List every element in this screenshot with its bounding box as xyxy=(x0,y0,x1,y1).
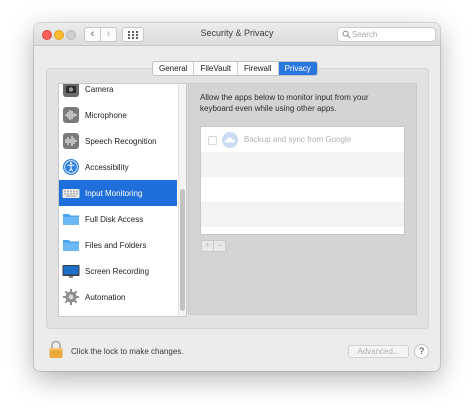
tab-privacy[interactable]: Privacy xyxy=(278,62,317,75)
tab-filevault[interactable]: FileVault xyxy=(194,62,238,75)
sidebar-item-label: Input Monitoring xyxy=(85,188,143,198)
sidebar-item-microphone[interactable]: Microphone xyxy=(59,102,177,128)
search-icon xyxy=(342,30,351,39)
sidebar-item-label: Microphone xyxy=(85,110,127,120)
app-name: Backup and sync from Google xyxy=(244,135,352,144)
scrollbar-thumb[interactable] xyxy=(180,189,185,311)
help-button[interactable]: ? xyxy=(414,344,429,359)
waveform-icon xyxy=(63,133,79,149)
sidebar-item-label: Files and Folders xyxy=(85,240,147,250)
advanced-button[interactable]: Advanced... xyxy=(348,345,409,358)
security-privacy-window: ‹ › Security & Privacy Search General Fi… xyxy=(34,23,440,371)
sidebar-item-speech-recognition[interactable]: Speech Recognition xyxy=(59,128,177,154)
remove-app-button[interactable]: − xyxy=(214,240,226,252)
app-list[interactable]: Backup and sync from Google xyxy=(200,126,405,235)
sidebar-item-full-disk-access[interactable]: Full Disk Access xyxy=(59,206,177,232)
lock-hint: Click the lock to make changes. xyxy=(71,347,184,356)
keyboard-icon xyxy=(62,189,80,198)
sidebar-item-label: Speech Recognition xyxy=(85,136,157,146)
accessibility-icon xyxy=(63,159,79,175)
tab-firewall[interactable]: Firewall xyxy=(238,62,279,75)
list-edit-buttons: + − xyxy=(201,240,226,252)
table-row[interactable]: Backup and sync from Google xyxy=(201,127,404,152)
sidebar-item-label: Full Disk Access xyxy=(85,214,144,224)
folder-icon xyxy=(63,240,79,251)
search-field[interactable]: Search xyxy=(337,27,436,42)
sidebar-item-accessibility[interactable]: Accessibility xyxy=(59,154,177,180)
tab-general[interactable]: General xyxy=(153,62,195,75)
empty-row xyxy=(201,152,404,177)
cloud-icon xyxy=(222,132,238,148)
sidebar-item-label: Camera xyxy=(85,84,114,94)
sidebar-item-label: Accessibility xyxy=(85,162,129,172)
privacy-category-list[interactable]: Camera Microphone Speech Recognition Acc… xyxy=(58,83,187,317)
empty-row xyxy=(201,202,404,227)
empty-row xyxy=(201,177,404,202)
sidebar-item-camera[interactable]: Camera xyxy=(59,84,177,102)
sidebar-item-input-monitoring[interactable]: Input Monitoring xyxy=(59,180,177,206)
microphone-icon xyxy=(63,107,79,123)
gear-icon xyxy=(63,289,79,305)
search-placeholder: Search xyxy=(352,30,378,39)
app-checkbox[interactable] xyxy=(208,136,217,145)
sidebar-item-screen-recording[interactable]: Screen Recording xyxy=(59,258,177,284)
detail-pane: Allow the apps below to monitor input fr… xyxy=(188,83,417,315)
title-bar: ‹ › Security & Privacy Search xyxy=(34,23,440,46)
folder-icon xyxy=(63,214,79,225)
sidebar-item-label: Screen Recording xyxy=(85,266,150,276)
sidebar-item-files-and-folders[interactable]: Files and Folders xyxy=(59,232,177,258)
lock-icon[interactable] xyxy=(48,340,64,359)
tab-bar: General FileVault Firewall Privacy xyxy=(152,61,318,76)
permission-description: Allow the apps below to monitor input fr… xyxy=(200,93,369,113)
sidebar-item-automation[interactable]: Automation xyxy=(59,284,177,310)
display-icon xyxy=(62,265,80,278)
sidebar-scrollbar[interactable] xyxy=(178,84,186,316)
camera-icon xyxy=(63,84,79,97)
sidebar-item-label: Automation xyxy=(85,292,126,302)
add-app-button[interactable]: + xyxy=(201,240,214,252)
